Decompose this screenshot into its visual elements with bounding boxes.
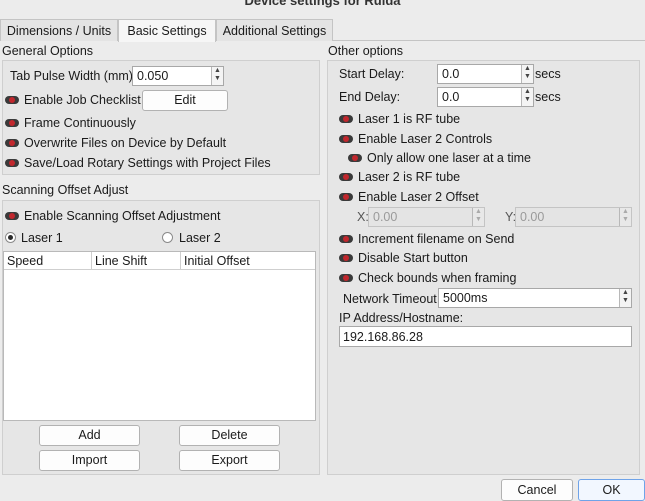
laser1-rf-toggle[interactable]	[339, 115, 353, 123]
column-header-initial-offset[interactable]: Initial Offset	[181, 252, 315, 270]
end-delay-unit: secs	[535, 90, 561, 104]
cancel-button[interactable]: Cancel	[501, 479, 573, 501]
edit-button[interactable]: Edit	[142, 90, 228, 111]
save-load-rotary-toggle[interactable]	[5, 159, 19, 167]
enable-laser2-controls-toggle[interactable]	[339, 135, 353, 143]
end-delay-input[interactable]: 0.0 ▲ ▼	[437, 87, 534, 107]
ip-address-label: IP Address/Hostname:	[339, 311, 464, 325]
overwrite-files-toggle[interactable]	[5, 139, 19, 147]
spin-arrows-icon[interactable]: ▲ ▼	[211, 67, 223, 85]
start-delay-input[interactable]: 0.0 ▲ ▼	[437, 64, 534, 84]
laser2-rf-toggle[interactable]	[339, 173, 353, 181]
window-title: Device settings for Ruida	[244, 0, 401, 8]
general-options-title: General Options	[2, 44, 94, 58]
tab-basic-settings[interactable]: Basic Settings	[118, 19, 216, 42]
only-one-laser-label: Only allow one laser at a time	[367, 151, 531, 165]
network-timeout-label: Network Timeout	[343, 292, 437, 306]
enable-job-checklist-toggle[interactable]	[5, 96, 19, 104]
tab-pulse-input[interactable]: 0.050 ▲ ▼	[132, 66, 224, 86]
tab-dimensions-units[interactable]: Dimensions / Units	[0, 19, 118, 41]
column-header-speed[interactable]: Speed	[4, 252, 92, 270]
spin-arrows-icon[interactable]: ▲ ▼	[521, 65, 533, 83]
spin-arrows-icon: ▲ ▼	[472, 208, 484, 226]
laser2-rf-label: Laser 2 is RF tube	[358, 170, 461, 184]
tab-label: Additional Settings	[222, 24, 327, 38]
enable-laser2-controls-label: Enable Laser 2 Controls	[358, 132, 493, 146]
start-delay-unit: secs	[535, 67, 561, 81]
save-load-rotary-label: Save/Load Rotary Settings with Project F…	[24, 156, 271, 170]
increment-filename-label: Increment filename on Send	[358, 232, 515, 246]
ip-address-input[interactable]: 192.168.86.28	[339, 326, 632, 347]
start-delay-value: 0.0	[442, 67, 460, 81]
frame-continuously-label: Frame Continuously	[24, 116, 136, 130]
frame-continuously-toggle[interactable]	[5, 119, 19, 127]
enable-scanning-offset-toggle[interactable]	[5, 212, 19, 220]
spin-arrows-icon: ▲ ▼	[619, 208, 631, 226]
ok-button[interactable]: OK	[578, 479, 645, 501]
only-one-laser-toggle[interactable]	[348, 154, 362, 162]
column-header-line-shift[interactable]: Line Shift	[92, 252, 181, 270]
check-bounds-label: Check bounds when framing	[358, 271, 517, 285]
enable-job-checklist-label: Enable Job Checklist	[24, 93, 141, 107]
scanning-offset-title: Scanning Offset Adjust	[2, 183, 129, 197]
network-timeout-value: 5000ms	[443, 291, 488, 305]
laser2-radio[interactable]	[162, 232, 173, 243]
export-button[interactable]: Export	[179, 450, 280, 471]
tab-label: Basic Settings	[127, 24, 207, 38]
end-delay-value: 0.0	[442, 90, 460, 104]
delete-button[interactable]: Delete	[179, 425, 280, 446]
start-delay-label: Start Delay:	[339, 67, 405, 81]
laser1-label: Laser 1	[21, 231, 63, 245]
disable-start-button-toggle[interactable]	[339, 254, 353, 262]
enable-laser2-offset-toggle[interactable]	[339, 193, 353, 201]
check-bounds-toggle[interactable]	[339, 274, 353, 282]
tab-label: Dimensions / Units	[6, 24, 112, 38]
x-offset-value: 0.00	[373, 210, 398, 224]
y-offset-value: 0.00	[520, 210, 545, 224]
tab-additional-settings[interactable]: Additional Settings	[216, 19, 333, 41]
scanning-offset-table[interactable]: Speed Line Shift Initial Offset	[3, 251, 316, 421]
increment-filename-toggle[interactable]	[339, 235, 353, 243]
tab-pulse-label: Tab Pulse Width (mm)	[10, 69, 133, 83]
tab-pulse-value: 0.050	[137, 69, 169, 83]
y-offset-input[interactable]: 0.00 ▲ ▼	[515, 207, 632, 227]
laser1-radio[interactable]	[5, 232, 16, 243]
network-timeout-select[interactable]: 5000ms ▲ ▼	[438, 288, 632, 308]
end-delay-label: End Delay:	[339, 90, 401, 104]
dropdown-arrows-icon[interactable]: ▲ ▼	[619, 289, 631, 307]
laser2-label: Laser 2	[179, 231, 221, 245]
other-options-title: Other options	[328, 44, 404, 58]
disable-start-button-label: Disable Start button	[358, 251, 468, 265]
laser1-rf-label: Laser 1 is RF tube	[358, 112, 461, 126]
add-button[interactable]: Add	[39, 425, 140, 446]
spin-arrows-icon[interactable]: ▲ ▼	[521, 88, 533, 106]
window-titlebar: Device settings for Ruida	[0, 0, 645, 16]
import-button[interactable]: Import	[39, 450, 140, 471]
ip-address-value: 192.168.86.28	[343, 330, 423, 344]
overwrite-files-label: Overwrite Files on Device by Default	[24, 136, 227, 150]
enable-laser2-offset-label: Enable Laser 2 Offset	[358, 190, 479, 204]
enable-scanning-offset-label: Enable Scanning Offset Adjustment	[24, 209, 221, 223]
x-offset-input[interactable]: 0.00 ▲ ▼	[368, 207, 485, 227]
